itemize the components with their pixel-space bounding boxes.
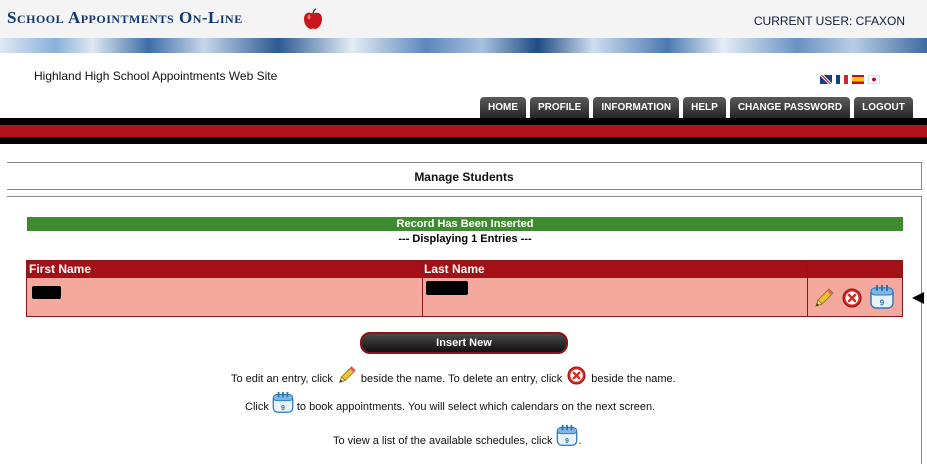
header-stripe-red <box>0 125 927 137</box>
column-header-first-name[interactable]: First Name <box>29 262 91 276</box>
apple-logo-icon <box>304 8 322 29</box>
france-flag-icon[interactable] <box>836 75 848 84</box>
help-edit-text-a: To edit an entry, click <box>231 373 333 385</box>
calendar-icon-day: 9 <box>565 438 569 445</box>
calendar-icon-day: 9 <box>880 299 885 308</box>
calendar-icon: 9 <box>272 391 294 413</box>
insert-new-button[interactable]: Insert New <box>360 332 568 354</box>
help-view-schedules: To view a list of the available schedule… <box>333 424 582 447</box>
page-title-box: Manage Students <box>7 162 922 190</box>
spain-flag-icon[interactable] <box>852 75 864 84</box>
header: School Appointments On-Line CURRENT USER… <box>0 0 927 118</box>
uk-flag-icon[interactable] <box>820 75 832 84</box>
current-user-label: CURRENT USER: CFAXON <box>753 14 905 28</box>
first-name-cell-redacted <box>32 286 61 299</box>
status-banner: Record Has Been Inserted <box>27 217 903 231</box>
help-book-text-b: to book appointments. You will select wh… <box>296 400 656 413</box>
help-view-text-a: To view a list of the available schedule… <box>333 434 553 447</box>
nav-profile[interactable]: PROFILE <box>530 97 590 118</box>
last-name-cell-redacted <box>426 281 468 295</box>
nav-information[interactable]: INFORMATION <box>593 97 680 118</box>
column-header-last-name[interactable]: Last Name <box>424 262 485 276</box>
help-edit-text-c: beside the name. <box>591 373 676 385</box>
pencil-icon <box>339 366 356 383</box>
calendar-icon[interactable]: 9 <box>556 424 578 447</box>
banner-photo-strip <box>0 38 927 53</box>
calendar-icon-day: 9 <box>281 405 285 412</box>
main-nav: HOME PROFILE INFORMATION HELP CHANGE PAS… <box>480 97 913 118</box>
nav-logout[interactable]: LOGOUT <box>854 97 913 118</box>
help-book-text-a: Click <box>245 400 269 413</box>
entry-count: --- Displaying 1 Entries --- <box>398 233 532 245</box>
delete-icon[interactable] <box>842 288 862 308</box>
table-row: 9 <box>27 278 902 316</box>
pencil-icon[interactable] <box>813 287 835 309</box>
header-stripe-black-top <box>0 118 927 125</box>
calendar-icon[interactable]: 9 <box>870 284 894 310</box>
site-name: Highland High School Appointments Web Si… <box>34 69 278 83</box>
table-header: First Name Last Name <box>27 261 902 278</box>
help-book: Click 9 to book appointments. You will s… <box>245 391 656 414</box>
students-table: First Name Last Name 9 <box>26 260 903 317</box>
help-view-text-b: . <box>578 434 582 447</box>
header-stripe-black-bottom <box>0 137 927 144</box>
app-logo[interactable]: School Appointments On-Line <box>7 8 243 28</box>
delete-icon <box>567 365 586 385</box>
nav-help[interactable]: HELP <box>683 97 726 118</box>
page-title: Manage Students <box>414 170 514 184</box>
help-edit-text-b: beside the name. To delete an entry, cli… <box>360 373 563 385</box>
help-edit-delete: To edit an entry, click beside the name.… <box>231 365 676 385</box>
japan-flag-icon[interactable] <box>868 75 880 84</box>
nav-change-password[interactable]: CHANGE PASSWORD <box>729 97 851 118</box>
nav-home[interactable]: HOME <box>480 97 526 118</box>
arrow-pointer-icon <box>912 292 924 304</box>
language-selector <box>820 75 880 84</box>
